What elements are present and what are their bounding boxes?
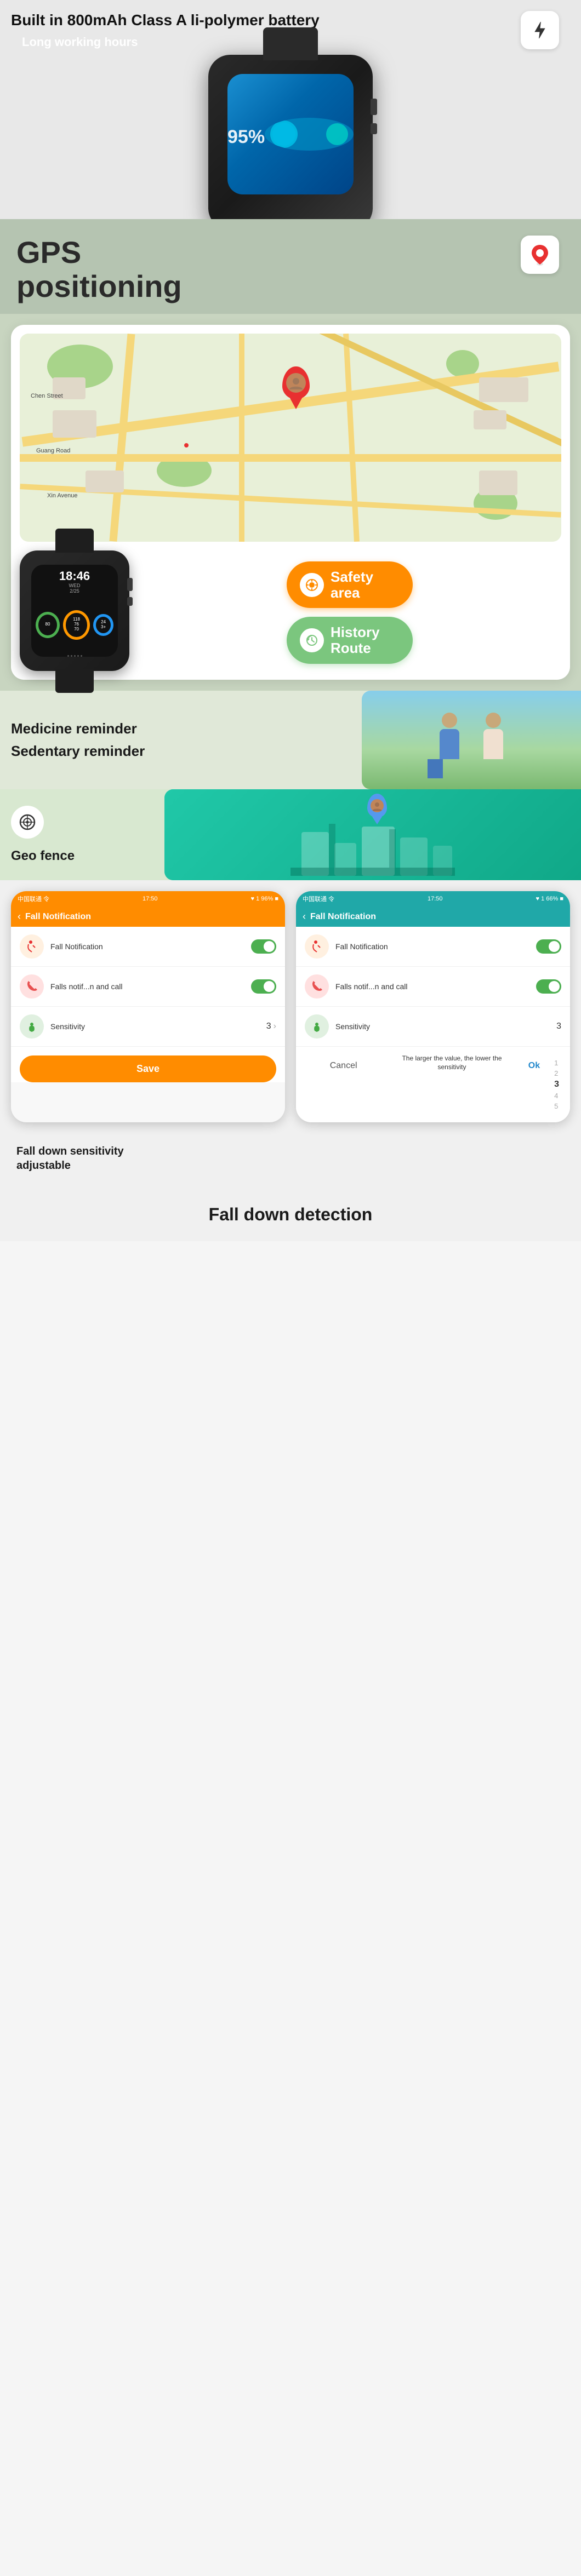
medicine-reminder-label: Medicine reminder xyxy=(11,720,351,737)
gps-section: GPS positioning xyxy=(0,219,581,314)
reminder-section: Medicine reminder Sedentary reminder xyxy=(0,691,581,789)
watch-battery-illustration: 95% xyxy=(208,55,373,219)
phone2-bottom-row: Cancel The larger the value, the lower t… xyxy=(296,1047,570,1122)
phone2-header-title: Fall Notification xyxy=(310,912,376,922)
sedentary-reminder-label: Sedentary reminder xyxy=(11,743,351,760)
history-route-button[interactable]: History Route xyxy=(287,617,413,663)
phone2-status-time: 17:50 xyxy=(428,896,443,902)
dial-misc: 243+ xyxy=(101,620,106,630)
battery-percent-display: 95% xyxy=(227,127,265,148)
phone2-row-sensitivity: Sensitivity 3 xyxy=(296,1007,570,1047)
phone-icon-1 xyxy=(20,974,44,999)
map-bottom-row: 18:46 WED 2/25 80 1187670 243+ xyxy=(20,550,561,671)
battery-icon-wrap xyxy=(521,11,559,49)
location-dot xyxy=(184,443,189,447)
phone-icon-2 xyxy=(305,974,329,999)
watch-side-button-1 xyxy=(127,578,133,591)
sensitivity-number-list: 1 2 3 4 5 xyxy=(552,1054,561,1115)
phone2-sensitivity-value: 3 xyxy=(556,1022,561,1031)
save-button[interactable]: Save xyxy=(20,1055,276,1082)
battery-section: Built in 800mAh Class A li-polymer batte… xyxy=(0,0,581,219)
fall-bottom-title: Fall down detection xyxy=(0,1194,581,1241)
phone1-fall-toggle[interactable] xyxy=(251,939,276,954)
phone2-calls-label: Falls notif...n and call xyxy=(335,982,536,991)
phone1-back-btn[interactable]: ‹ xyxy=(18,911,21,922)
fall-icon-1 xyxy=(20,934,44,959)
watch-map-illustration: 18:46 WED 2/25 80 1187670 243+ xyxy=(20,550,129,671)
phone1-body: Fall Notification Falls notif...n and ca… xyxy=(11,927,285,1082)
map-container: Chen Street Guang Road Xin Avenue xyxy=(11,325,570,680)
sensitivity-icon-2 xyxy=(305,1014,329,1039)
phone1-status-time: 17:50 xyxy=(143,896,158,902)
fall-desc-title: Fall down sensitivity adjustable xyxy=(16,1144,565,1173)
geo-fence-section: Geo fence xyxy=(0,789,581,880)
watch-side-button-2 xyxy=(127,597,133,606)
dial-steps: 80 xyxy=(45,622,50,627)
map-visual: Chen Street Guang Road Xin Avenue xyxy=(20,334,561,542)
map-label-3: Xin Avenue xyxy=(47,492,77,499)
phone1-calls-toggle[interactable] xyxy=(251,979,276,994)
phone1-fall-label: Fall Notification xyxy=(50,942,251,951)
reminder-text-col: Medicine reminder Sedentary reminder xyxy=(0,691,362,789)
geo-location-pin xyxy=(367,794,387,818)
map-section: Chen Street Guang Road Xin Avenue xyxy=(0,314,581,691)
phone1-row-fall-notification: Fall Notification xyxy=(11,927,285,967)
phone1-chevron: › xyxy=(274,1022,276,1031)
phone2-status-right: ♥ 1 66% ■ xyxy=(536,896,563,902)
fall-desc-text: Fall down sensitivity adjustable xyxy=(16,1144,565,1177)
gps-icon-wrap xyxy=(521,236,559,274)
geo-image-col xyxy=(164,789,581,880)
phone2-status-left: 中国联通 令 xyxy=(303,894,334,903)
phone2-header: ‹ Fall Notification xyxy=(296,907,570,927)
phone1-header-title: Fall Notification xyxy=(25,912,91,922)
watch-date: WED 2/25 xyxy=(31,583,118,594)
safety-area-button[interactable]: Safety area xyxy=(287,561,413,608)
phone1-status-bar: 中国联通 令 17:50 ♥ 1 96% ■ xyxy=(11,891,285,907)
phone2-back-btn[interactable]: ‹ xyxy=(303,911,306,922)
geo-fence-label: Geo fence xyxy=(11,848,153,864)
sensitivity-hint: The larger the value, the lower the sens… xyxy=(388,1054,516,1115)
phone1-header: ‹ Fall Notification xyxy=(11,907,285,927)
fall-desc-section: Fall down sensitivity adjustable xyxy=(0,1133,581,1194)
phone2-status-bar: 中国联通 令 17:50 ♥ 1 66% ■ xyxy=(296,891,570,907)
phone1-sensitivity-value: 3 xyxy=(266,1022,271,1031)
phone2-row-fall-notification: Fall Notification xyxy=(296,927,570,967)
phone2-sensitivity-label: Sensitivity xyxy=(335,1022,556,1031)
phone1-row-sensitivity: Sensitivity 3 › xyxy=(11,1007,285,1047)
safety-icon xyxy=(300,573,324,597)
safety-area-label: Safety area xyxy=(331,569,373,600)
sensitivity-icon-1 xyxy=(20,1014,44,1039)
phone2-fall-toggle[interactable] xyxy=(536,939,561,954)
phone1-sensitivity-label: Sensitivity xyxy=(50,1022,266,1031)
phone2-body: Fall Notification Falls notif...n and ca… xyxy=(296,927,570,1122)
phone-mockup-2: 中国联通 令 17:50 ♥ 1 66% ■ ‹ Fall Notificati… xyxy=(296,891,570,1122)
map-label-2: Guang Road xyxy=(36,447,70,454)
map-pin xyxy=(282,366,310,399)
dial-bp: 1187670 xyxy=(73,617,80,632)
phone1-status-right: ♥ 1 96% ■ xyxy=(251,896,278,902)
fall-icon-2 xyxy=(305,934,329,959)
phone1-row-falls-call: Falls notif...n and call xyxy=(11,967,285,1007)
phone-mockup-1: 中国联通 令 17:50 ♥ 1 96% ■ ‹ Fall Notificati… xyxy=(11,891,285,1122)
lightning-icon xyxy=(530,20,550,40)
map-action-buttons: Safety area History Route xyxy=(138,550,561,663)
history-route-label: History Route xyxy=(331,624,380,656)
phone1-status-left: 中国联通 令 xyxy=(18,894,49,903)
history-icon xyxy=(300,628,324,652)
watch-time: 18:46 xyxy=(31,569,118,583)
fall-notification-section: 中国联通 令 17:50 ♥ 1 96% ■ ‹ Fall Notificati… xyxy=(0,880,581,1133)
gps-title: GPS positioning xyxy=(16,236,570,303)
reminder-image-col xyxy=(362,691,581,789)
geo-text-col: Geo fence xyxy=(0,789,164,880)
phone1-calls-label: Falls notif...n and call xyxy=(50,982,251,991)
phone2-row-falls-call: Falls notif...n and call xyxy=(296,967,570,1007)
geo-fence-icon xyxy=(11,806,44,839)
cancel-button[interactable]: Cancel xyxy=(305,1054,382,1115)
phone2-fall-label: Fall Notification xyxy=(335,942,536,951)
gps-pin-icon xyxy=(529,244,551,266)
ok-button[interactable]: Ok xyxy=(522,1054,546,1115)
battery-title: Built in 800mAh Class A li-polymer batte… xyxy=(11,11,570,30)
map-label-1: Chen Street xyxy=(31,393,63,399)
phone2-calls-toggle[interactable] xyxy=(536,979,561,994)
